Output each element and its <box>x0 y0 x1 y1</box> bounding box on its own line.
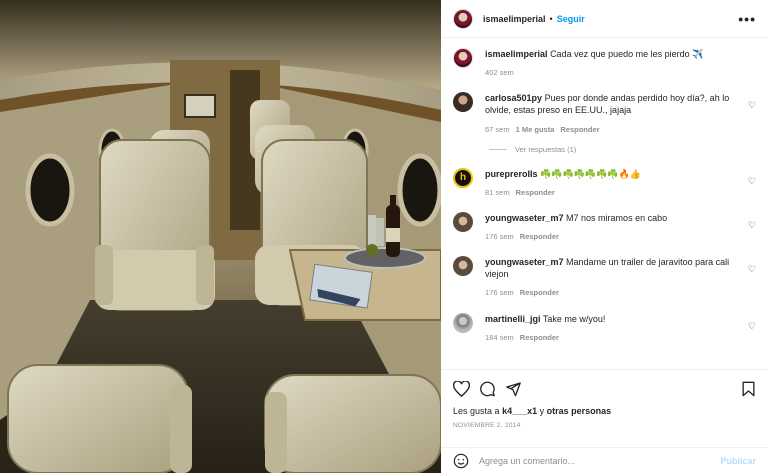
comment-like-heart-icon[interactable]: ♡ <box>748 264 756 275</box>
share-icon[interactable] <box>505 381 522 397</box>
comment-input[interactable] <box>479 455 721 466</box>
commenter-avatar[interactable] <box>453 256 473 277</box>
view-replies[interactable]: Ver respuestas (1) <box>489 145 756 154</box>
post-side-panel: ismaelimperial • Seguir ••• ismaelimperi… <box>441 0 768 473</box>
comment-time[interactable]: 176 sem <box>485 232 514 241</box>
commenter-avatar[interactable] <box>453 312 473 333</box>
comment-item: martinelli_jgi Take me w/you! 184 sem Res… <box>453 312 756 343</box>
likes-prefix: Les gusta a <box>453 406 500 416</box>
comment-text: M7 nos miramos en cabo <box>566 212 668 223</box>
comment-icon[interactable] <box>479 381 496 397</box>
comments-list: ismaelimperial Cada vez que puedo me les… <box>441 38 768 369</box>
replies-line <box>489 148 507 150</box>
emoji-icon[interactable] <box>453 453 469 469</box>
comment-username[interactable]: youngwaseter_m7 <box>485 257 564 267</box>
comment-time[interactable]: 81 sem <box>485 188 510 197</box>
comment-time[interactable]: 184 sem <box>485 333 514 342</box>
action-icons <box>453 378 756 400</box>
comment-item: h purepreroIIs ☘️☘️☘️☘️☘️☘️☘️🔥👍 81 sem Re… <box>453 167 756 198</box>
comment-text: Take me w/you! <box>542 313 606 324</box>
heart-icon[interactable] <box>453 381 470 397</box>
comment-like-heart-icon[interactable]: ♡ <box>748 100 756 111</box>
reply-button[interactable]: Responder <box>560 125 599 134</box>
caption-username[interactable]: ismaelimperial <box>485 49 548 59</box>
caption-text: Cada vez que puedo me les pierdo ✈️ <box>550 49 704 59</box>
post-photo <box>0 0 441 473</box>
comment-item: carlosa501py Pues por donde andas perdid… <box>453 92 756 134</box>
author-username[interactable]: ismaelimperial <box>483 14 546 24</box>
reply-button[interactable]: Responder <box>520 333 559 342</box>
bookmark-icon[interactable] <box>741 381 756 397</box>
post-date[interactable]: NOVIEMBRE 2, 2014 <box>453 422 756 429</box>
comment-time[interactable]: 176 sem <box>485 288 514 297</box>
comment-username[interactable]: martinelli_jgi <box>485 314 541 324</box>
author-avatar[interactable] <box>453 8 473 29</box>
reply-button[interactable]: Responder <box>520 288 559 297</box>
comment-likes[interactable]: 1 Me gusta <box>516 125 555 134</box>
comment-item: youngwaseter_m7 M7 nos miramos en cabo 1… <box>453 211 756 242</box>
commenter-avatar[interactable]: h <box>453 167 473 188</box>
reply-button[interactable]: Responder <box>516 188 555 197</box>
more-options-icon[interactable]: ••• <box>738 11 756 27</box>
reply-button[interactable]: Responder <box>520 232 559 241</box>
add-comment-bar: Publicar <box>441 447 768 473</box>
comment-like-heart-icon[interactable]: ♡ <box>748 321 756 332</box>
separator-dot: • <box>549 13 553 24</box>
comment-like-heart-icon[interactable]: ♡ <box>748 176 756 187</box>
comment-username[interactable]: purepreroIIs <box>485 169 538 179</box>
post-actions: Les gusta a k4___x1 y otras personas NOV… <box>441 369 768 447</box>
author-avatar[interactable] <box>453 48 473 68</box>
others-link[interactable]: otras personas <box>547 406 612 416</box>
liked-by-user[interactable]: k4___x1 <box>502 406 537 416</box>
instagram-post-modal: ismaelimperial • Seguir ••• ismaelimperi… <box>0 0 768 473</box>
view-replies-label[interactable]: Ver respuestas (1) <box>515 145 576 154</box>
publish-button[interactable]: Publicar <box>720 456 756 466</box>
comment-like-heart-icon[interactable]: ♡ <box>748 220 756 231</box>
caption-time[interactable]: 402 sem <box>485 68 514 77</box>
commenter-avatar[interactable] <box>453 211 473 232</box>
comment-username[interactable]: youngwaseter_m7 <box>485 213 564 223</box>
commenter-avatar[interactable] <box>453 92 473 113</box>
follow-button[interactable]: Seguir <box>557 14 585 24</box>
comment-item: youngwaseter_m7 Mandame un trailer de ja… <box>453 256 756 298</box>
post-header: ismaelimperial • Seguir ••• <box>441 0 768 38</box>
jet-cabin-image <box>0 0 441 473</box>
comment-username[interactable]: carlosa501py <box>485 93 542 103</box>
comment-text: ☘️☘️☘️☘️☘️☘️☘️🔥👍 <box>540 168 641 179</box>
comment-time[interactable]: 67 sem <box>485 125 510 134</box>
likes-suffix: y <box>539 406 545 416</box>
caption: ismaelimperial Cada vez que puedo me les… <box>453 48 756 78</box>
likes-summary: Les gusta a k4___x1 y otras personas <box>453 406 756 416</box>
